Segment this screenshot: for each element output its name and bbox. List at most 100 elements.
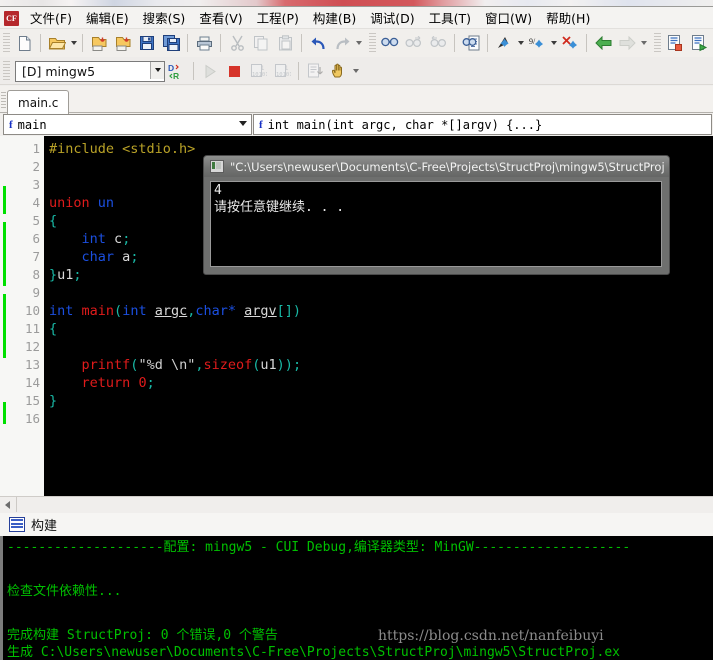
line-number: 3	[32, 177, 40, 192]
toolbar-grip[interactable]	[654, 33, 661, 53]
build-toolbar: [D] mingw5 DR 1 10101 1 10101	[0, 57, 713, 85]
toolbar-grip[interactable]	[369, 33, 376, 53]
function-icon: f	[9, 118, 13, 131]
cut-icon[interactable]	[225, 31, 249, 55]
console-output-line: 请按任意键继续. . .	[214, 200, 345, 215]
run-to-cursor-icon[interactable]	[303, 59, 327, 83]
bookmark-clear-icon[interactable]	[558, 31, 582, 55]
menu-debug[interactable]: 调试(D)	[363, 6, 421, 30]
scrollbar-divider	[16, 497, 17, 512]
svg-text:10101: 10101	[276, 72, 291, 78]
save-all-icon[interactable]	[159, 31, 183, 55]
toolbar-grip[interactable]	[3, 33, 10, 53]
nav-back-icon[interactable]	[591, 31, 615, 55]
line-number: 5	[32, 213, 40, 228]
watermark-text: https://blog.csdn.net/nanfeibuyi	[378, 628, 604, 644]
svg-text:10101: 10101	[252, 72, 267, 78]
pause-hand-icon[interactable]	[327, 59, 351, 83]
code-line: return 0;	[81, 375, 155, 391]
editor-horizontal-scrollbar[interactable]	[0, 496, 713, 514]
line-number: 12	[24, 339, 40, 354]
code-line: #include <stdio.h>	[49, 141, 196, 157]
build-output[interactable]: --------------------配置: mingw5 - CUI Deb…	[0, 536, 713, 660]
line-number: 2	[32, 159, 40, 174]
line-number: 14	[24, 375, 40, 390]
line-number: 16	[24, 411, 40, 426]
build-panel-title: 构建	[31, 519, 58, 534]
nav-overflow-caret-icon[interactable]	[639, 32, 648, 54]
undo-icon[interactable]	[306, 31, 330, 55]
toolbar-separator	[193, 62, 194, 80]
chevron-down-icon[interactable]	[150, 61, 164, 79]
menu-view[interactable]: 查看(V)	[192, 6, 249, 30]
code-line: }	[49, 393, 58, 409]
open-file-icon[interactable]	[45, 31, 69, 55]
toolbar-separator	[487, 34, 488, 52]
symbol-combo[interactable]: f int main(int argc, char *[]argv) {...}	[253, 114, 712, 135]
menu-build[interactable]: 构建(B)	[306, 6, 363, 30]
debug-overflow-caret-icon[interactable]	[351, 60, 360, 82]
new-file-icon[interactable]	[12, 31, 36, 55]
console-window-icon	[210, 160, 224, 173]
svg-text:9/: 9/	[529, 37, 536, 46]
program-console-window[interactable]: "C:\Users\newuser\Documents\C-Free\Proje…	[203, 155, 670, 275]
build-output-line: 完成构建 StructProj: 0 个错误,0 个警告	[7, 628, 278, 643]
open-recent-caret-icon[interactable]	[69, 32, 78, 54]
step-over-icon[interactable]: 1 10101	[270, 59, 294, 83]
bookmark-caret-icon[interactable]	[516, 32, 525, 54]
find-prev-icon[interactable]	[426, 31, 450, 55]
tab-main-c[interactable]: main.c	[7, 90, 70, 114]
stop-icon[interactable]	[222, 59, 246, 83]
nav-forward-icon[interactable]	[615, 31, 639, 55]
code-line: union un	[49, 195, 115, 211]
bookmark-toggle-icon[interactable]	[492, 31, 516, 55]
save-project-icon[interactable]	[111, 31, 135, 55]
main-toolbar: 9/	[0, 29, 713, 57]
chevron-down-icon[interactable]	[239, 121, 247, 126]
editor-gutter: 1 2 3 4 5 6 7 8 9 10 11 12 13 14 15 16	[0, 136, 45, 496]
edit-overflow-caret-icon[interactable]	[354, 32, 363, 54]
function-icon: f	[259, 118, 263, 131]
console-title-bar[interactable]: "C:\Users\newuser\Documents\C-Free\Proje…	[204, 156, 669, 177]
menu-window[interactable]: 窗口(W)	[478, 6, 539, 30]
menu-edit[interactable]: 编辑(E)	[79, 6, 136, 30]
compile-icon[interactable]	[663, 31, 687, 55]
svg-text:R: R	[173, 71, 179, 80]
line-number: 11	[24, 321, 40, 336]
find-in-files-icon[interactable]	[459, 31, 483, 55]
open-project-icon[interactable]	[87, 31, 111, 55]
bookmark-next-icon[interactable]: 9/	[525, 31, 549, 55]
line-number: 10	[24, 303, 40, 318]
debug-release-toggle-icon[interactable]: DR	[165, 59, 189, 83]
console-output-line: 4	[214, 183, 222, 198]
find-icon[interactable]	[378, 31, 402, 55]
code-editor[interactable]: 1 2 3 4 5 6 7 8 9 10 11 12 13 14 15 16 #…	[0, 136, 713, 496]
menu-file[interactable]: 文件(F)	[23, 6, 79, 30]
find-next-icon[interactable]	[402, 31, 426, 55]
build-run-icon[interactable]	[687, 31, 711, 55]
copy-icon[interactable]	[249, 31, 273, 55]
build-output-line: 生成 C:\Users\newuser\Documents\C-Free\Pro…	[7, 645, 620, 660]
toolbar-separator	[586, 34, 587, 52]
menu-tools[interactable]: 工具(T)	[422, 6, 478, 30]
build-panel-header: 构建	[0, 513, 713, 537]
paste-icon[interactable]	[273, 31, 297, 55]
tab-strip-grip	[1, 92, 6, 108]
save-icon[interactable]	[135, 31, 159, 55]
menu-project[interactable]: 工程(P)	[250, 6, 306, 30]
scope-combo[interactable]: f main	[3, 114, 252, 135]
console-title: "C:\Users\newuser\Documents\C-Free\Proje…	[230, 159, 665, 174]
build-config-combo[interactable]: [D] mingw5	[15, 60, 165, 82]
menu-help[interactable]: 帮助(H)	[539, 6, 597, 30]
code-line: }u1;	[49, 267, 82, 283]
run-icon[interactable]	[198, 59, 222, 83]
print-icon[interactable]	[192, 31, 216, 55]
bookmark-next-caret-icon[interactable]	[549, 32, 558, 54]
line-number: 15	[24, 393, 40, 408]
menu-search[interactable]: 搜索(S)	[136, 6, 193, 30]
scroll-left-icon[interactable]	[1, 498, 14, 511]
redo-icon[interactable]	[330, 31, 354, 55]
toolbar-grip[interactable]	[3, 61, 10, 81]
line-number: 6	[32, 231, 40, 246]
step-into-icon[interactable]: 1 10101	[246, 59, 270, 83]
